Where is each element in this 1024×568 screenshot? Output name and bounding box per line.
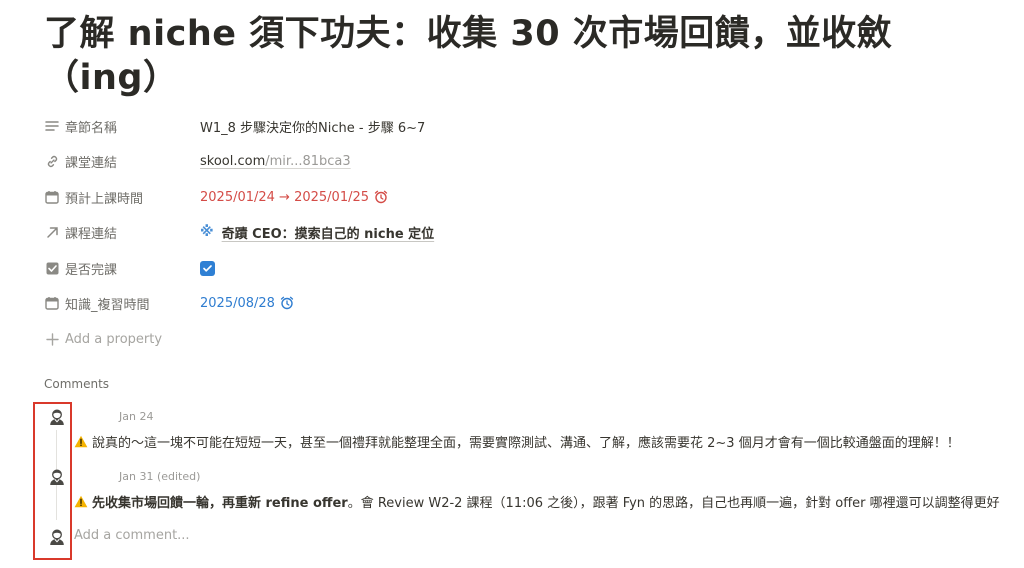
current-user-avatar xyxy=(47,527,67,547)
link-icon xyxy=(44,153,60,169)
add-comment-input[interactable]: Add a comment... xyxy=(74,528,190,543)
comment-text[interactable]: 說真的～這一塊不可能在短短一天，甚至一個禮拜就能整理全面，需要實際測試、溝通、了… xyxy=(74,432,960,451)
comment-text[interactable]: 先收集市場回饋一輪，再重新 refine offer 。會 Review W2-2… xyxy=(74,492,1000,511)
property-course-link[interactable]: 課堂連結 skool.com/mir...81bca3 xyxy=(44,148,944,174)
review-date-value[interactable]: 2025/08/28 xyxy=(200,296,275,311)
comment-content: 說真的～這一塊不可能在短短一天，甚至一個禮拜就能整理全面，需要實際測試、溝通、了… xyxy=(92,436,960,451)
comment-content: 。會 Review W2-2 課程（11:06 之後），跟著 Fyn 的思路，自… xyxy=(347,496,1000,511)
property-label: 知識_複習時間 xyxy=(65,297,150,313)
arrow-up-right-icon xyxy=(44,224,60,240)
text-lines-icon xyxy=(44,118,60,134)
comments-heading: Comments xyxy=(44,377,110,391)
reference-mark-icon: ※ xyxy=(200,224,214,240)
course-url-link[interactable]: skool.com/mir...81bca3 xyxy=(200,154,351,169)
property-label: 課程連結 xyxy=(65,226,118,242)
comment-bold-text: 先收集市場回饋一輪，再重新 refine offer xyxy=(92,496,348,511)
date-range-value[interactable]: 2025/01/24 → 2025/01/25 xyxy=(200,190,369,205)
checkbox-property-icon xyxy=(44,260,60,276)
alarm-clock-icon[interactable] xyxy=(374,190,388,204)
property-course-relation[interactable]: 課程連結 ※ 奇蹟 CEO：摸索自己的 niche 定位 xyxy=(44,219,944,245)
property-label: 課堂連結 xyxy=(65,155,118,171)
property-label: 預計上課時間 xyxy=(65,191,144,207)
comment-date: Jan 24 xyxy=(119,410,154,423)
add-property-label: Add a property xyxy=(65,331,163,347)
property-completed[interactable]: 是否完課 xyxy=(44,255,944,281)
warning-icon xyxy=(74,495,88,508)
property-value[interactable]: W1_8 步驟決定你的Niche - 步驟 6~7 xyxy=(200,117,425,136)
url-path[interactable]: /mir...81bca3 xyxy=(265,154,350,169)
relation-link[interactable]: 奇蹟 CEO：摸索自己的 niche 定位 xyxy=(222,223,435,242)
comment-date: Jan 31 (edited) xyxy=(119,470,201,483)
property-label: 是否完課 xyxy=(65,262,118,278)
warning-icon xyxy=(74,435,88,448)
calendar-icon xyxy=(44,295,60,311)
property-label: 章節名稱 xyxy=(65,120,118,136)
avatar[interactable] xyxy=(47,407,67,427)
calendar-icon xyxy=(44,189,60,205)
property-review-time[interactable]: 知識_複習時間 2025/08/28 xyxy=(44,290,944,316)
avatar[interactable] xyxy=(47,467,67,487)
page-title[interactable]: 了解 niche 須下功夫：收集 30 次市場回饋，並收斂（ing） xyxy=(44,12,944,100)
alarm-clock-icon[interactable] xyxy=(280,296,294,310)
plus-icon xyxy=(44,331,60,347)
property-planned-time[interactable]: 預計上課時間 2025/01/24 → 2025/01/25 xyxy=(44,184,944,210)
url-domain[interactable]: skool.com xyxy=(200,154,265,169)
completed-checkbox[interactable] xyxy=(200,260,215,276)
add-property-button[interactable]: Add a property xyxy=(44,326,944,352)
property-chapter-name[interactable]: 章節名稱 W1_8 步驟決定你的Niche - 步驟 6~7 xyxy=(44,113,944,139)
